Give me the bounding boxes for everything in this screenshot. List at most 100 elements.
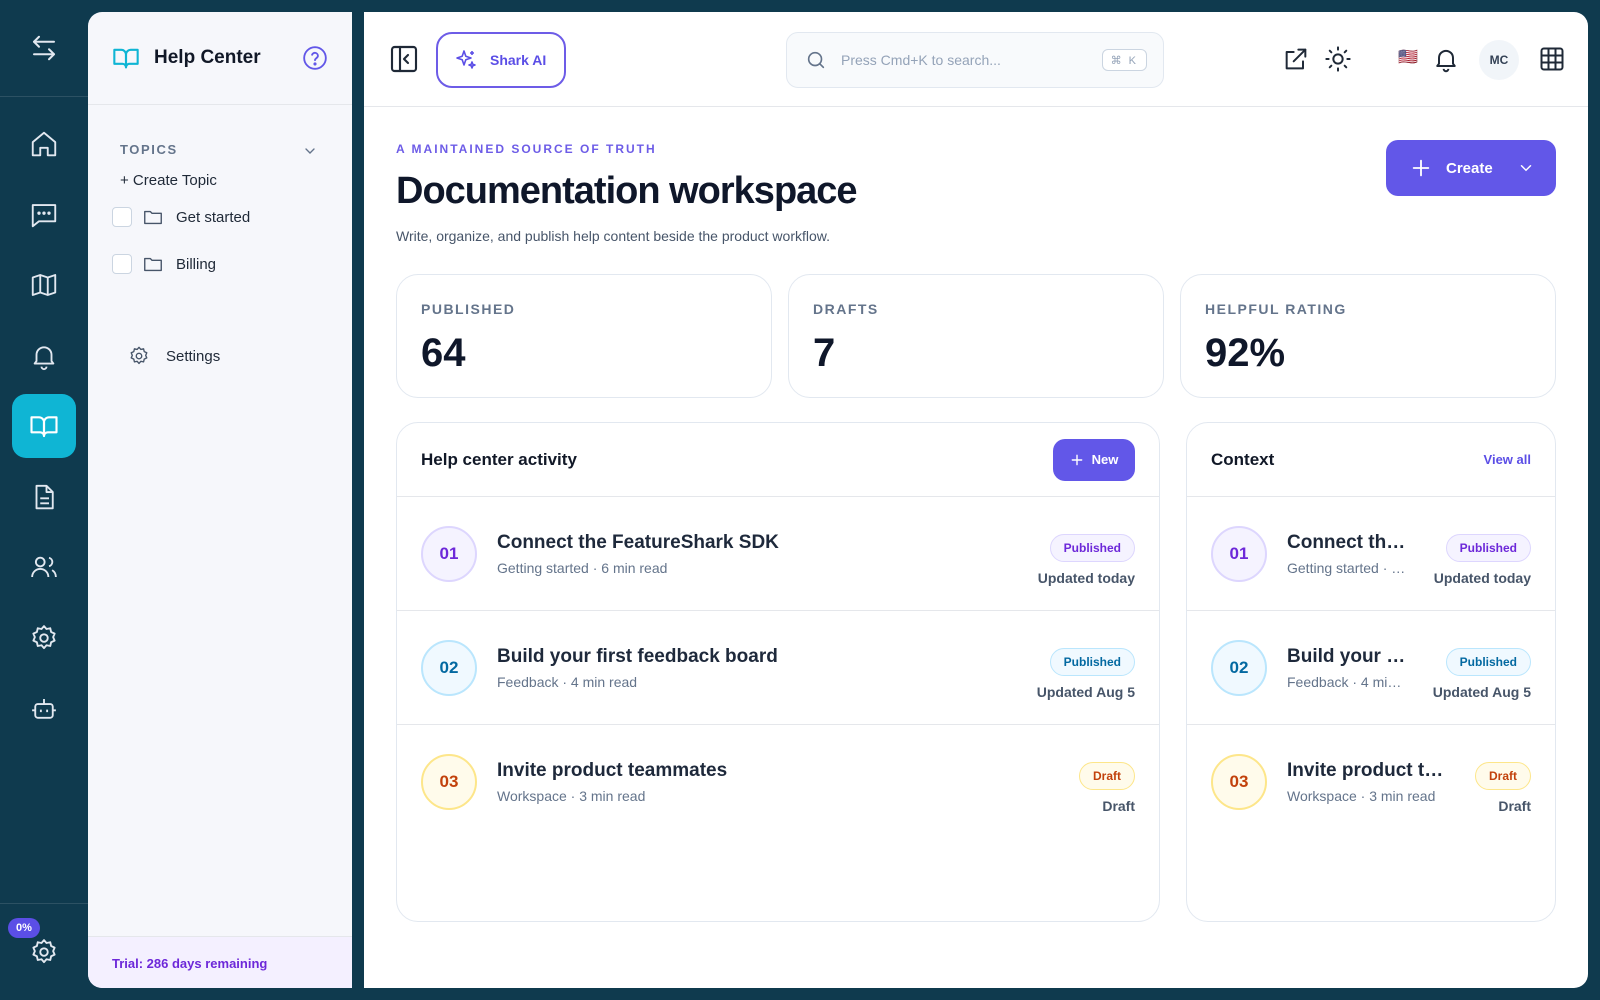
trial-banner[interactable]: Trial: 286 days remaining <box>88 936 352 988</box>
shark-ai-button[interactable]: Shark AI <box>436 32 566 88</box>
message-icon <box>31 204 57 228</box>
rail-header <box>0 0 88 97</box>
settings-label: Settings <box>166 347 221 365</box>
row-title[interactable]: Connect the FeatureShark SDK <box>1287 532 1407 554</box>
activity-row[interactable]: 01 Connect the FeatureShark SDK Getting … <box>397 497 1159 611</box>
row-meta: Workspace · 3 min read <box>497 788 646 804</box>
app-rail: 0% <box>0 0 88 1000</box>
sun-icon[interactable] <box>1324 45 1352 73</box>
row-number: 02 <box>1211 640 1267 696</box>
search-input[interactable]: Press Cmd+K to search... ⌘ K <box>786 32 1164 88</box>
row-status: Draft <box>1102 798 1135 814</box>
stat-label: HELPFUL RATING <box>1205 301 1347 317</box>
help-circle-icon[interactable] <box>302 45 328 71</box>
help-center-sidebar: Help Center TOPICS + Create Topic Get st… <box>88 12 352 988</box>
topics-heading: TOPICS <box>120 142 178 157</box>
stat-value: 64 <box>421 331 466 375</box>
activity-card: Help center activity New 01 Connect the … <box>396 422 1160 922</box>
context-row[interactable]: 01 Connect the FeatureShark SDK Getting … <box>1187 497 1555 611</box>
progress-badge: 0% <box>8 918 40 938</box>
sidebar-title: Help Center <box>154 47 261 68</box>
topic-item[interactable]: Billing <box>112 253 216 275</box>
avatar[interactable]: MC <box>1479 40 1519 80</box>
rail-messages-button[interactable] <box>12 183 76 247</box>
row-status: Updated Aug 5 <box>1432 684 1531 700</box>
rail-bot-button[interactable] <box>12 677 76 741</box>
row-title[interactable]: Build your first feedback board <box>497 646 997 668</box>
create-topic-link[interactable]: + Create Topic <box>120 172 217 189</box>
topic-checkbox[interactable] <box>112 254 132 274</box>
activity-card-header: Help center activity New <box>397 423 1159 497</box>
folder-icon <box>144 257 162 272</box>
context-row[interactable]: 02 Build your first feedback board Feedb… <box>1187 611 1555 725</box>
activity-row[interactable]: 03 Invite product teammates Workspace · … <box>397 725 1159 839</box>
create-button[interactable]: Create <box>1386 140 1556 196</box>
row-title[interactable]: Connect the FeatureShark SDK <box>497 532 997 554</box>
new-button[interactable]: New <box>1053 438 1135 481</box>
robot-icon <box>32 699 56 719</box>
row-title[interactable]: Build your first feedback board <box>1287 646 1407 668</box>
folder-icon <box>144 210 162 225</box>
language-flag[interactable]: 🇺🇸 <box>1398 50 1418 66</box>
chevron-down-icon[interactable] <box>302 143 318 159</box>
rail-help-center-button[interactable] <box>12 394 76 458</box>
page-subtitle: Write, organize, and publish help conten… <box>396 228 830 244</box>
context-row[interactable]: 03 Invite product teammates Workspace · … <box>1187 725 1555 839</box>
rail-docs-button[interactable] <box>12 465 76 529</box>
gear-icon <box>32 625 56 650</box>
row-meta: Workspace · 3 min read <box>1287 788 1436 804</box>
row-number: 03 <box>421 754 477 810</box>
page-title: Documentation workspace <box>396 170 858 212</box>
stat-value: 92% <box>1205 331 1286 375</box>
row-number: 03 <box>1211 754 1267 810</box>
activity-row[interactable]: 02 Build your first feedback board Feedb… <box>397 611 1159 725</box>
shark-ai-label: Shark AI <box>490 52 547 68</box>
row-title[interactable]: Invite product teammates <box>1287 760 1447 782</box>
bell-icon[interactable] <box>1432 45 1460 73</box>
book-open-icon <box>30 416 58 438</box>
topic-item[interactable]: Get started <box>112 206 250 228</box>
grid-icon[interactable] <box>1538 45 1566 73</box>
row-meta: Feedback · 4 min read <box>1287 674 1407 690</box>
activity-title: Help center activity <box>421 449 577 469</box>
context-card: Context View all 01 Connect the FeatureS… <box>1186 422 1556 922</box>
document-icon <box>35 484 54 510</box>
row-number: 02 <box>421 640 477 696</box>
view-all-link[interactable]: View all <box>1484 452 1531 467</box>
topic-checkbox[interactable] <box>112 207 132 227</box>
status-badge: Draft <box>1078 762 1135 790</box>
sidebar-toggle-icon[interactable] <box>388 43 420 75</box>
external-link-icon[interactable] <box>1282 45 1310 73</box>
map-icon <box>31 274 57 296</box>
context-card-header: Context View all <box>1187 423 1555 497</box>
search-icon <box>807 51 825 69</box>
bell-icon <box>33 346 55 371</box>
stat-card-drafts: DRAFTS 7 <box>788 274 1164 398</box>
status-badge: Published <box>1445 648 1531 676</box>
status-badge: Draft <box>1474 762 1531 790</box>
new-label: New <box>1091 452 1119 467</box>
status-badge: Published <box>1049 648 1135 676</box>
row-meta: Feedback · 4 min read <box>497 674 638 690</box>
plus-icon <box>1071 454 1082 465</box>
main-panel: Shark AI Press Cmd+K to search... ⌘ K 🇺🇸… <box>364 12 1588 988</box>
gear-icon <box>32 939 56 964</box>
topic-label: Get started <box>176 208 251 226</box>
page-eyebrow: A MAINTAINED SOURCE OF TRUTH <box>396 142 657 156</box>
stat-card-helpful-rating: HELPFUL RATING 92% <box>1180 274 1556 398</box>
sidebar-settings-item[interactable]: Settings <box>128 345 220 367</box>
collapse-arrows-icon[interactable] <box>29 33 59 63</box>
book-open-icon <box>113 48 139 69</box>
rail-home-button[interactable] <box>12 112 76 176</box>
gear-icon <box>130 346 148 365</box>
row-meta: Getting started · 6 min read <box>497 560 668 576</box>
rail-users-button[interactable] <box>12 535 76 599</box>
rail-notifications-button[interactable] <box>12 324 76 388</box>
plus-icon <box>1412 159 1430 177</box>
status-badge: Published <box>1049 534 1135 562</box>
rail-settings-button[interactable] <box>12 606 76 670</box>
topic-label: Billing <box>176 255 217 273</box>
rail-roadmap-button[interactable] <box>12 253 76 317</box>
row-status: Updated Aug 5 <box>1036 684 1135 700</box>
row-title[interactable]: Invite product teammates <box>497 760 997 782</box>
